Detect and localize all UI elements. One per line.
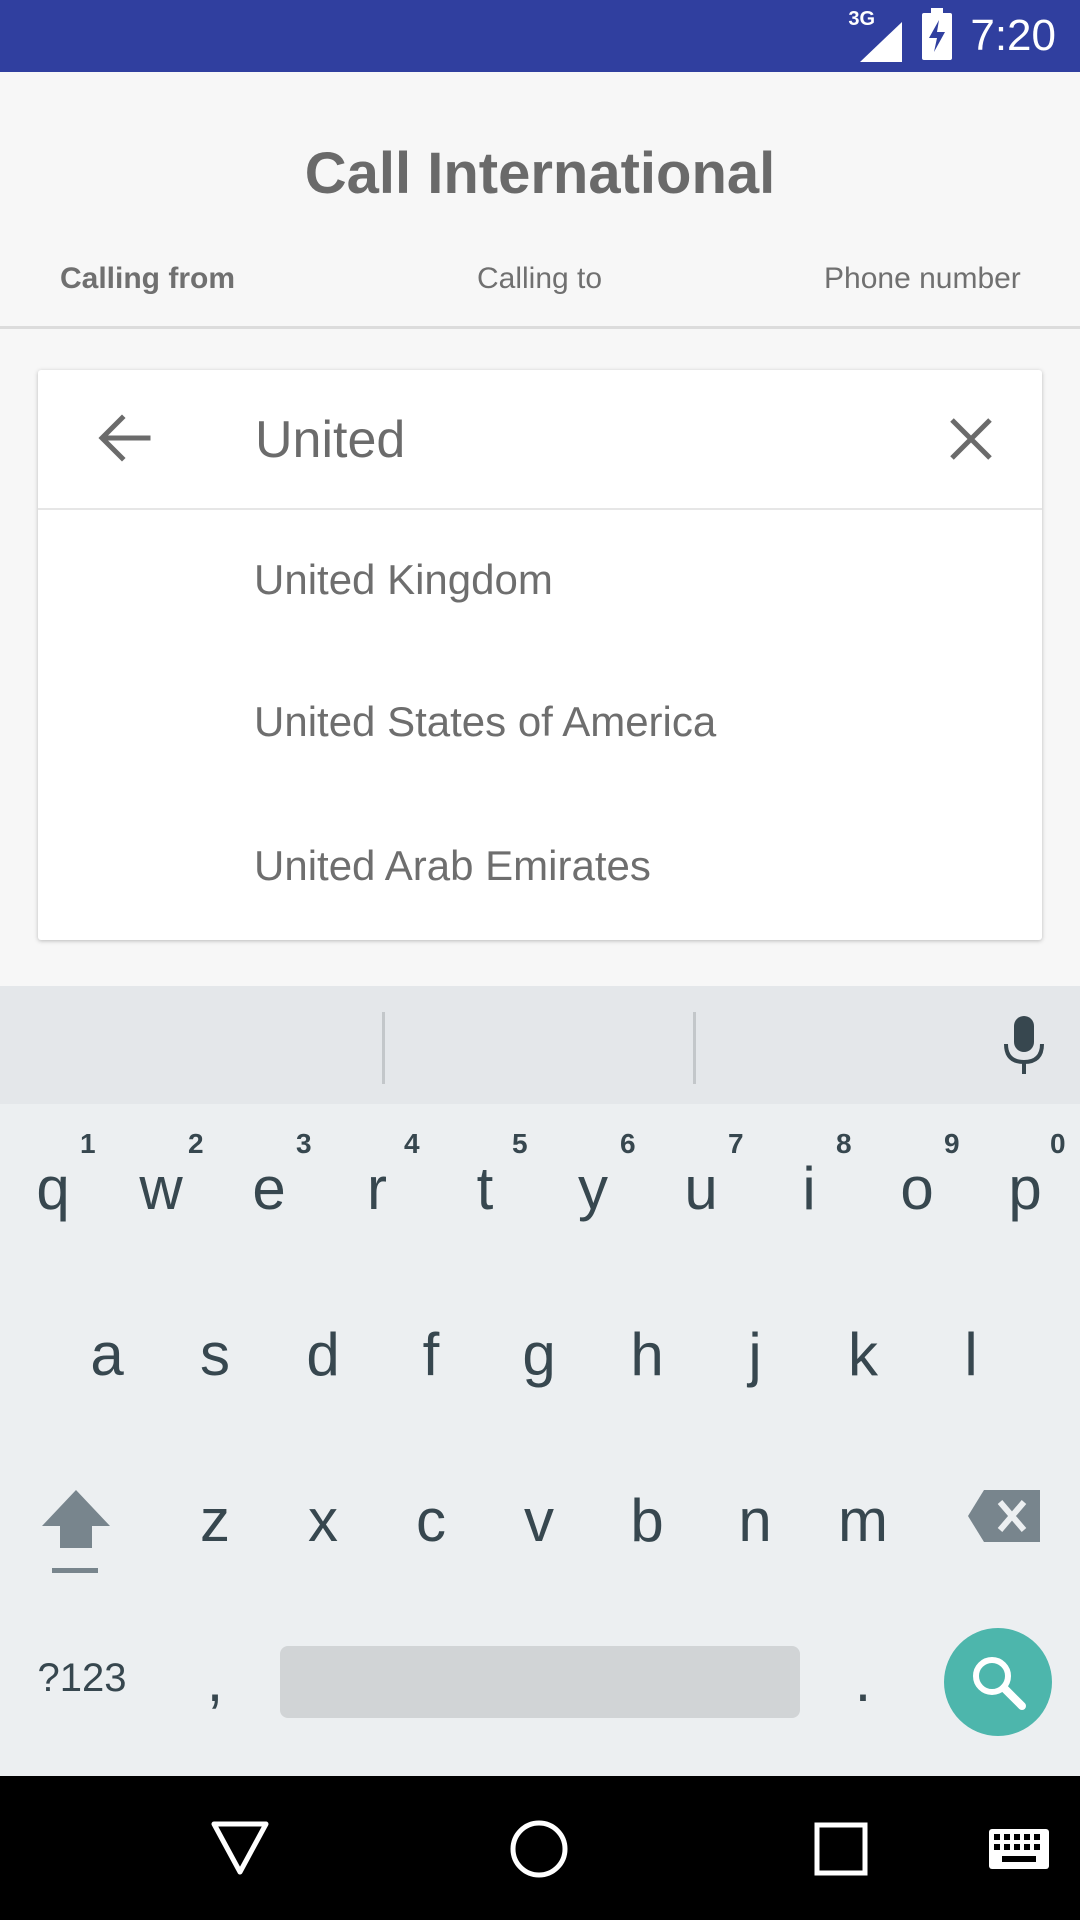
key-d[interactable]: d <box>278 1320 368 1389</box>
status-time: 7:20 <box>970 11 1056 60</box>
nav-home-icon[interactable] <box>508 1818 570 1880</box>
battery-icon <box>922 7 953 65</box>
result-item[interactable]: United Kingdom <box>38 510 1042 650</box>
key-g[interactable]: g <box>494 1320 584 1389</box>
navigation-bar <box>0 1776 1080 1920</box>
mic-icon[interactable] <box>1002 1016 1046 1076</box>
key-h[interactable]: h <box>602 1320 692 1389</box>
space-bar[interactable] <box>280 1646 800 1718</box>
suggestion-strip <box>0 986 1080 1104</box>
key-w[interactable]: w <box>116 1154 206 1223</box>
key-l[interactable]: l <box>926 1320 1016 1389</box>
key-s[interactable]: s <box>170 1320 260 1389</box>
result-item[interactable]: United Arab Emirates <box>38 794 1042 938</box>
network-type: 3G <box>848 8 876 30</box>
search-icon <box>973 1657 1026 1710</box>
symbols-key[interactable]: ?123 <box>22 1656 142 1701</box>
key-q[interactable]: q <box>8 1154 98 1223</box>
key-v[interactable]: v <box>494 1486 584 1555</box>
page-title: Call International <box>304 141 776 206</box>
search-bar <box>38 370 1042 510</box>
key-b[interactable]: b <box>602 1486 692 1555</box>
key-t[interactable]: t <box>440 1154 530 1223</box>
tab-bar: Calling from Calling to Phone number <box>0 250 1080 329</box>
signal-icon: 3G <box>848 8 904 64</box>
key-i[interactable]: i <box>764 1154 854 1223</box>
suggestion-divider <box>382 1012 385 1084</box>
key-period[interactable]: . <box>818 1646 908 1715</box>
search-results: United Kingdom United States of America … <box>38 510 1042 938</box>
key-k[interactable]: k <box>818 1320 908 1389</box>
key-e[interactable]: e <box>224 1154 314 1223</box>
close-icon[interactable] <box>946 414 996 464</box>
key-c[interactable]: c <box>386 1486 476 1555</box>
shift-icon[interactable] <box>38 1486 114 1576</box>
keyboard-icon[interactable] <box>988 1828 1050 1870</box>
status-icons: 3G 7:20 <box>848 0 1056 72</box>
key-a[interactable]: a <box>62 1320 152 1389</box>
key-f[interactable]: f <box>386 1320 476 1389</box>
country-search-card: United Kingdom United States of America … <box>38 370 1042 940</box>
key-comma[interactable]: , <box>170 1646 260 1715</box>
key-x[interactable]: x <box>278 1486 368 1555</box>
key-j[interactable]: j <box>710 1320 800 1389</box>
tab-calling-from[interactable]: Calling from <box>60 262 235 296</box>
search-input[interactable] <box>253 400 857 480</box>
key-o[interactable]: o <box>872 1154 962 1223</box>
suggestion-divider <box>693 1012 696 1084</box>
nav-recents-icon[interactable] <box>814 1822 868 1876</box>
search-key[interactable] <box>944 1628 1052 1736</box>
result-item[interactable]: United States of America <box>38 650 1042 794</box>
key-p[interactable]: p <box>980 1154 1070 1223</box>
key-m[interactable]: m <box>818 1486 908 1555</box>
arrow-back-icon[interactable] <box>96 410 152 466</box>
key-n[interactable]: n <box>710 1486 800 1555</box>
status-bar: 3G 7:20 <box>0 0 1080 72</box>
soft-keyboard: 1 q 2 w 3 e 4 r 5 t 6 y 7 u 8 i 9 o 0 p … <box>0 986 1080 1776</box>
nav-back-icon[interactable] <box>210 1820 270 1876</box>
tab-phone-number[interactable]: Phone number <box>824 262 1021 296</box>
backspace-icon[interactable] <box>966 1488 1042 1544</box>
tab-calling-to[interactable]: Calling to <box>477 262 602 296</box>
key-z[interactable]: z <box>170 1486 260 1555</box>
key-y[interactable]: y <box>548 1154 638 1223</box>
key-r[interactable]: r <box>332 1154 422 1223</box>
key-u[interactable]: u <box>656 1154 746 1223</box>
